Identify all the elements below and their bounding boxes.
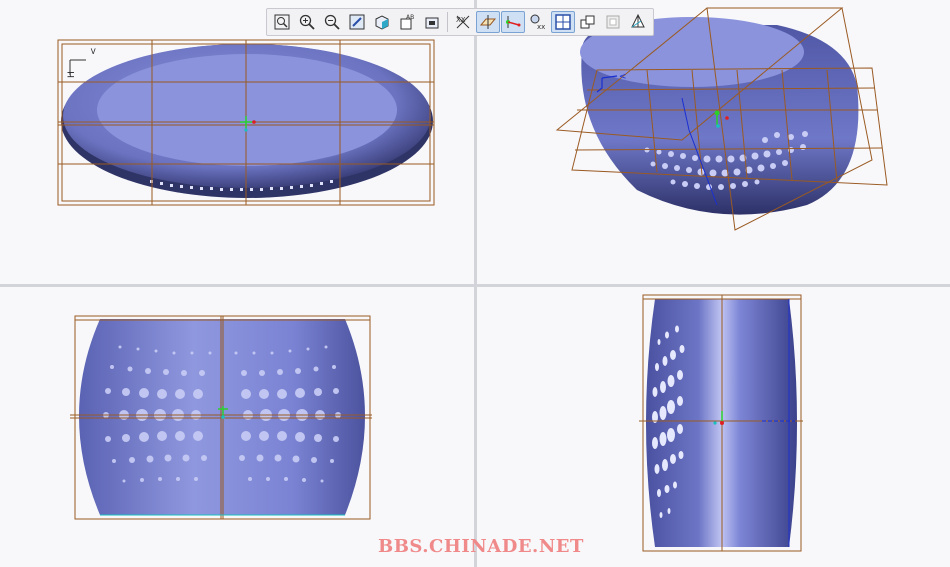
datum-plane-display-button[interactable] <box>476 11 500 33</box>
svg-text:AB: AB <box>406 14 414 21</box>
repaint-icon <box>349 14 365 30</box>
point-display-button[interactable]: xx <box>526 11 550 33</box>
toolbar-separator <box>447 12 448 32</box>
refit-button[interactable] <box>270 11 294 33</box>
viewport-front-view[interactable] <box>0 287 474 567</box>
saved-views-button[interactable]: AB <box>395 11 419 33</box>
csys-y-label: < <box>619 72 627 82</box>
datum-axis-icon <box>506 16 521 28</box>
datum-axis-display-button[interactable] <box>501 11 525 33</box>
annotation-display-button[interactable]: XX <box>451 11 475 33</box>
display-style-icon <box>375 15 389 30</box>
csys-display-button[interactable] <box>551 11 575 33</box>
view-manager-button[interactable] <box>420 11 444 33</box>
perspective-icon <box>606 15 620 29</box>
zoom-in-button[interactable] <box>295 11 319 33</box>
zoom-out-button[interactable] <box>320 11 344 33</box>
display-style-button[interactable] <box>370 11 394 33</box>
front-view-scene <box>70 315 372 520</box>
annotation-icon: XX <box>456 15 470 29</box>
refit-icon <box>274 14 290 30</box>
viewport-side-view[interactable] <box>477 287 950 567</box>
svg-text:xx: xx <box>537 23 545 31</box>
view-toolbar: AB XX xx <box>266 8 654 36</box>
point-display-icon: xx <box>530 14 545 31</box>
zoom-in-icon <box>299 14 315 30</box>
side-view-scene <box>639 294 803 552</box>
viewport-isometric-view[interactable]: < <box>477 0 950 284</box>
datum-plane-icon <box>479 15 497 29</box>
watermark-text: BBS.CHINADE.NET <box>378 536 584 557</box>
spin-center-icon <box>580 15 595 29</box>
body-top-face <box>97 54 397 166</box>
saved-views-icon: AB <box>400 14 414 30</box>
csys-y-label: < <box>89 47 99 55</box>
perspective-button[interactable] <box>601 11 625 33</box>
top-view-scene: H < <box>57 39 435 206</box>
viewport-splitter-horizontal[interactable] <box>0 284 950 287</box>
repaint-button[interactable] <box>345 11 369 33</box>
isometric-view-scene: < <box>555 7 888 231</box>
csys-marker: H < <box>67 47 99 78</box>
zoom-out-icon <box>324 14 340 30</box>
csys-display-icon <box>555 14 571 30</box>
viewport-top-view[interactable]: H < <box>0 0 474 284</box>
named-view-button[interactable] <box>626 11 650 33</box>
view-manager-icon <box>425 17 439 29</box>
named-view-icon <box>631 13 645 28</box>
spin-center-button[interactable] <box>576 11 600 33</box>
csys-x-label: H <box>67 71 77 78</box>
